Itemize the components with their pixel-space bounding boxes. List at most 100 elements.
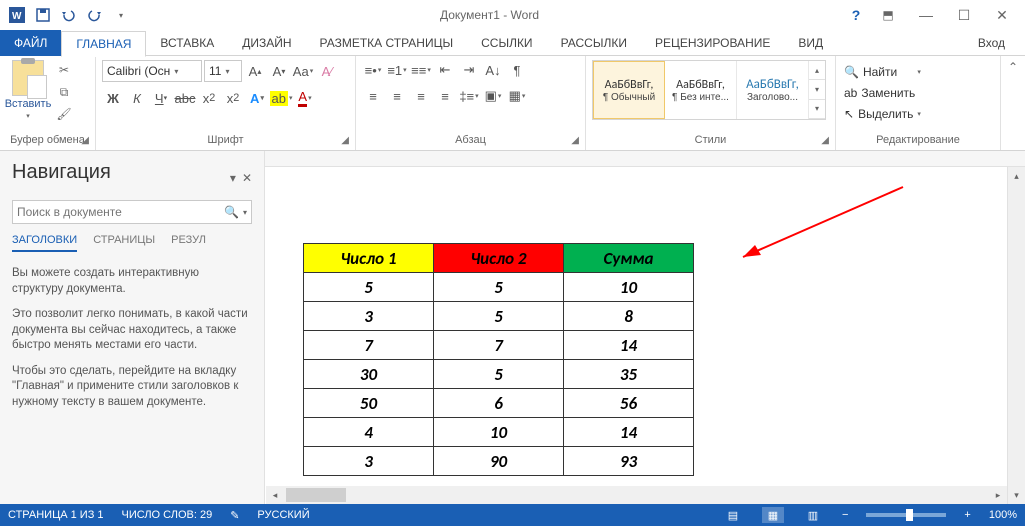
text-effects-icon[interactable]: A: [246, 88, 268, 108]
styles-scroll-down-icon[interactable]: ▾: [809, 80, 825, 99]
web-layout-icon[interactable]: ▥: [802, 507, 824, 523]
tab-design[interactable]: ДИЗАЙН: [228, 30, 305, 56]
horizontal-scrollbar[interactable]: ◂ ▸: [266, 486, 1007, 504]
format-painter-icon[interactable]: 🖌: [54, 105, 74, 123]
borders-icon[interactable]: ▦: [506, 86, 528, 106]
nav-tab-headings[interactable]: ЗАГОЛОВКИ: [12, 234, 77, 252]
sort-icon[interactable]: A↓: [482, 60, 504, 80]
font-color-icon[interactable]: A: [294, 88, 316, 108]
font-name-combo[interactable]: Calibri (Осн▾: [102, 60, 202, 82]
scroll-right-icon[interactable]: ▸: [989, 490, 1007, 501]
select-button[interactable]: ↖Выделить▾: [842, 104, 923, 124]
save-icon[interactable]: [30, 3, 56, 27]
clipboard-launcher-icon[interactable]: ◢: [81, 135, 89, 146]
underline-icon[interactable]: Ч▾: [150, 88, 172, 108]
table-header[interactable]: Сумма: [564, 244, 694, 273]
scroll-left-icon[interactable]: ◂: [266, 490, 284, 501]
change-case-icon[interactable]: Aa: [292, 61, 314, 81]
zoom-in-icon[interactable]: +: [964, 509, 970, 521]
scroll-up-icon[interactable]: ▴: [1008, 167, 1025, 185]
search-input[interactable]: [17, 205, 224, 219]
clear-format-icon[interactable]: A⁄: [316, 61, 338, 81]
tab-review[interactable]: РЕЦЕНЗИРОВАНИЕ: [641, 30, 784, 56]
page[interactable]: Число 1 Число 2 Сумма 5510 358 7714 3053…: [273, 167, 997, 504]
tab-mailings[interactable]: РАССЫЛКИ: [547, 30, 641, 56]
vertical-scrollbar[interactable]: ▴ ▾: [1007, 167, 1025, 504]
styles-launcher-icon[interactable]: ◢: [821, 135, 829, 146]
copy-icon[interactable]: ⧉: [54, 83, 74, 101]
align-left-icon[interactable]: ≡: [362, 86, 384, 106]
justify-icon[interactable]: ≡: [434, 86, 456, 106]
scroll-down-icon[interactable]: ▾: [1008, 486, 1025, 504]
numbering-icon[interactable]: ≡1: [386, 60, 408, 80]
style-nospacing[interactable]: АаБбВвГг, ¶ Без инте...: [665, 61, 737, 119]
qat-customize-icon[interactable]: ▾: [108, 3, 134, 27]
replace-button[interactable]: abЗаменить: [842, 83, 923, 103]
font-launcher-icon[interactable]: ◢: [341, 135, 349, 146]
shrink-font-icon[interactable]: A▾: [268, 61, 290, 81]
search-dropdown-icon[interactable]: ▾: [243, 208, 247, 217]
table-header[interactable]: Число 1: [304, 244, 434, 273]
superscript-icon[interactable]: x2: [222, 88, 244, 108]
minimize-icon[interactable]: —: [909, 4, 943, 26]
paste-button[interactable]: Вставить ▾: [6, 60, 50, 120]
line-spacing-icon[interactable]: ‡≡: [458, 86, 480, 106]
maximize-icon[interactable]: ☐: [947, 4, 981, 26]
increase-indent-icon[interactable]: ⇥: [458, 60, 480, 80]
account-login[interactable]: Вход: [964, 30, 1025, 56]
nav-search[interactable]: 🔍 ▾: [12, 200, 252, 224]
tab-view[interactable]: ВИД: [784, 30, 837, 56]
show-marks-icon[interactable]: ¶: [506, 60, 528, 80]
bullets-icon[interactable]: ≡•: [362, 60, 384, 80]
ribbon-display-icon[interactable]: ⬒: [871, 4, 905, 26]
align-center-icon[interactable]: ≡: [386, 86, 408, 106]
shading-icon[interactable]: ▣: [482, 86, 504, 106]
tab-file[interactable]: ФАЙЛ: [0, 30, 61, 56]
status-proof-icon[interactable]: ✎: [230, 509, 239, 522]
tab-insert[interactable]: ВСТАВКА: [146, 30, 228, 56]
collapse-ribbon-icon[interactable]: ⌃: [1001, 56, 1025, 150]
strike-icon[interactable]: abc: [174, 88, 196, 108]
grow-font-icon[interactable]: A▴: [244, 61, 266, 81]
find-button[interactable]: 🔍Найти▾: [842, 62, 923, 82]
tab-layout[interactable]: РАЗМЕТКА СТРАНИЦЫ: [306, 30, 468, 56]
zoom-slider[interactable]: [866, 513, 946, 517]
zoom-out-icon[interactable]: −: [842, 509, 848, 521]
tab-home[interactable]: ГЛАВНАЯ: [61, 31, 146, 57]
multilevel-icon[interactable]: ≡≡: [410, 60, 432, 80]
styles-gallery[interactable]: АаБбВвГг, ¶ Обычный АаБбВвГг, ¶ Без инте…: [592, 60, 826, 120]
decrease-indent-icon[interactable]: ⇤: [434, 60, 456, 80]
word-app-icon[interactable]: W: [4, 3, 30, 27]
data-table[interactable]: Число 1 Число 2 Сумма 5510 358 7714 3053…: [303, 243, 694, 476]
status-words[interactable]: ЧИСЛО СЛОВ: 29: [122, 509, 213, 521]
ruler[interactable]: [265, 151, 1025, 167]
align-right-icon[interactable]: ≡: [410, 86, 432, 106]
cut-icon[interactable]: ✂: [54, 61, 74, 79]
search-icon[interactable]: 🔍: [224, 205, 239, 219]
subscript-icon[interactable]: x2: [198, 88, 220, 108]
redo-icon[interactable]: [82, 3, 108, 27]
pane-close-icon[interactable]: ✕: [242, 171, 252, 185]
paragraph-launcher-icon[interactable]: ◢: [571, 135, 579, 146]
italic-icon[interactable]: К: [126, 88, 148, 108]
font-size-combo[interactable]: 11▾: [204, 60, 242, 82]
style-heading1[interactable]: АаБбВвГг, Заголово...: [737, 61, 809, 119]
pane-menu-icon[interactable]: ▾: [230, 171, 236, 185]
status-lang[interactable]: РУССКИЙ: [257, 509, 309, 521]
print-layout-icon[interactable]: ▦: [762, 507, 784, 523]
read-mode-icon[interactable]: ▤: [722, 507, 744, 523]
undo-icon[interactable]: [56, 3, 82, 27]
zoom-value[interactable]: 100%: [989, 509, 1017, 521]
close-icon[interactable]: ✕: [985, 4, 1019, 26]
style-normal[interactable]: АаБбВвГг, ¶ Обычный: [593, 61, 665, 119]
table-header[interactable]: Число 2: [434, 244, 564, 273]
highlight-icon[interactable]: ab: [270, 88, 292, 108]
help-icon[interactable]: ?: [845, 4, 867, 26]
status-page[interactable]: СТРАНИЦА 1 ИЗ 1: [8, 509, 104, 521]
scroll-thumb[interactable]: [286, 488, 346, 502]
styles-scroll-up-icon[interactable]: ▴: [809, 61, 825, 80]
bold-icon[interactable]: Ж: [102, 88, 124, 108]
styles-more-icon[interactable]: ▾: [809, 100, 825, 119]
nav-tab-results[interactable]: РЕЗУЛ: [171, 234, 206, 252]
tab-references[interactable]: ССЫЛКИ: [467, 30, 546, 56]
